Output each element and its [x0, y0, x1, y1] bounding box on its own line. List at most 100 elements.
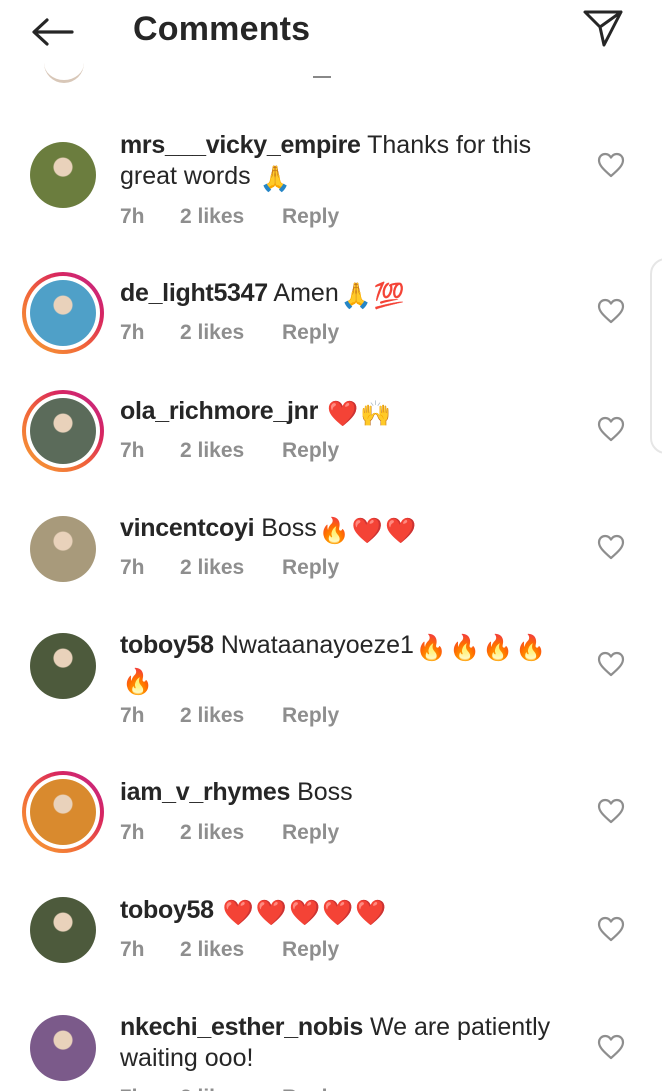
comment-body: Thanks for this: [360, 131, 532, 159]
reply-button[interactable]: Reply: [282, 820, 339, 846]
comment-likes[interactable]: 2 likes: [180, 820, 282, 846]
comment-username[interactable]: de_light5347: [120, 279, 268, 307]
heart-outline-icon: [597, 416, 625, 442]
avatar-image: [30, 897, 96, 963]
comment-likes[interactable]: 2 likes: [180, 555, 282, 581]
heart-outline-icon: [597, 534, 625, 560]
heart-outline-icon: [597, 1034, 625, 1060]
comment-text: toboy58 Nwataanayoeze1🔥🔥🔥🔥 🔥: [120, 630, 560, 698]
like-button[interactable]: [597, 798, 625, 824]
emoji-2: 🔥: [482, 634, 514, 662]
avatar-image: [30, 779, 96, 845]
reply-button[interactable]: Reply: [282, 1085, 339, 1091]
heart-outline-icon: [597, 298, 625, 324]
comment-time: 7h: [120, 321, 145, 344]
comment-likes[interactable]: 2 likes: [180, 1085, 282, 1091]
avatar[interactable]: [22, 508, 104, 590]
comment-body-continued: great words: [120, 162, 251, 190]
emoji-1: 🙌: [360, 400, 392, 428]
avatar-ring-gap: [26, 1011, 100, 1085]
avatar[interactable]: [22, 625, 104, 707]
avatar-image: [30, 516, 96, 582]
emoji-1: 💯: [373, 282, 406, 310]
comment-meta: 7h 2 likesReply: [120, 937, 339, 963]
share-button[interactable]: [578, 6, 628, 50]
avatar-ring-gap: [26, 394, 100, 468]
avatar[interactable]: [22, 272, 104, 354]
emoji-0: ❤️: [222, 899, 254, 927]
comment-username[interactable]: ola_richmore_jnr: [120, 397, 318, 425]
comment-body: We are patiently: [363, 1013, 551, 1041]
comment-body: Nwataanayoeze1: [213, 631, 414, 659]
comment-text: toboy58 ❤️❤️❤️❤️❤️: [120, 895, 560, 929]
avatar[interactable]: [22, 1007, 104, 1089]
comment-username[interactable]: vincentcoyi: [120, 514, 255, 542]
comment-meta: 7h2 likesReply: [120, 555, 339, 581]
like-button[interactable]: [597, 298, 625, 324]
like-button[interactable]: [597, 534, 625, 560]
comment-likes[interactable]: 2 likes: [180, 703, 282, 729]
emoji-0: 🔥: [318, 517, 350, 545]
comment-body: Boss: [254, 514, 317, 542]
comment-time: 7h: [120, 205, 145, 228]
like-button[interactable]: [597, 651, 625, 677]
like-button[interactable]: [597, 416, 625, 442]
comment-likes[interactable]: 2 likes: [180, 204, 282, 230]
emoji-0: 🙏: [340, 282, 372, 310]
emoji-1: ❤️: [255, 899, 287, 927]
reply-button[interactable]: Reply: [282, 937, 339, 963]
reply-button[interactable]: Reply: [282, 555, 339, 581]
comment-meta: 7h 2 likesReply: [120, 703, 339, 729]
reply-button[interactable]: Reply: [282, 320, 339, 346]
scroll-handle[interactable]: [650, 258, 662, 454]
comment-likes[interactable]: 2 likes: [180, 320, 282, 346]
reply-button[interactable]: Reply: [282, 703, 339, 729]
avatar-image: [30, 633, 96, 699]
avatar[interactable]: [22, 134, 104, 216]
comment-meta: 7h2 likesReply: [120, 1085, 339, 1091]
emoji-0: ❤️: [327, 400, 359, 428]
reply-button[interactable]: Reply: [282, 438, 339, 464]
comment-body: Boss: [290, 778, 353, 806]
like-button[interactable]: [597, 916, 625, 942]
comment-likes[interactable]: 2 likes: [180, 937, 282, 963]
comment-likes[interactable]: 2 likes: [180, 438, 282, 464]
emoji-1: ❤️: [351, 517, 384, 545]
reply-button[interactable]: Reply: [282, 204, 339, 230]
avatar[interactable]: [22, 390, 104, 472]
avatar[interactable]: [22, 771, 104, 853]
avatar-ring-gap: [26, 512, 100, 586]
comment-text: iam_v_rhymes Boss: [120, 777, 560, 808]
avatar-ring-gap: [26, 893, 100, 967]
comments-screen: Comments mrs___vicky_empire Thanks for t…: [0, 0, 662, 1091]
page-title: Comments: [133, 10, 311, 48]
comment-time: 7h: [120, 439, 145, 462]
comment-username[interactable]: nkechi_esther_nobis: [120, 1013, 363, 1041]
header: Comments: [0, 0, 662, 62]
comment-meta: 7h 2 likesReply: [120, 320, 339, 346]
avatar-image: [30, 398, 96, 464]
comment-username[interactable]: toboy58: [120, 896, 214, 924]
avatar-image: [30, 280, 96, 346]
emoji-4: ❤️: [355, 899, 387, 927]
comment-time: 7h: [120, 938, 145, 961]
arrow-left-icon: [32, 18, 74, 46]
comment-username[interactable]: mrs___vicky_empire: [120, 131, 361, 159]
like-button[interactable]: [597, 152, 625, 178]
emoji-2: ❤️: [385, 517, 417, 545]
comment-text: vincentcoyi Boss🔥❤️❤️: [120, 513, 560, 547]
comment-text: nkechi_esther_nobis We are patiently wait…: [120, 1012, 560, 1074]
avatar-ring-gap: [26, 629, 100, 703]
emoji-l2-0: 🔥: [122, 668, 154, 696]
emoji-0: 🙏: [259, 165, 291, 193]
comment-body-continued: waiting ooo!: [120, 1044, 254, 1072]
avatar[interactable]: [22, 889, 104, 971]
comment-username[interactable]: iam_v_rhymes: [120, 778, 290, 806]
back-button[interactable]: [28, 12, 76, 52]
paper-plane-icon: [583, 10, 623, 47]
comment-username[interactable]: toboy58: [120, 631, 214, 659]
comment-time: 7h: [120, 704, 145, 727]
avatar-ring-gap: [26, 276, 100, 350]
like-button[interactable]: [597, 1034, 625, 1060]
comment-time: 7h: [120, 821, 145, 844]
